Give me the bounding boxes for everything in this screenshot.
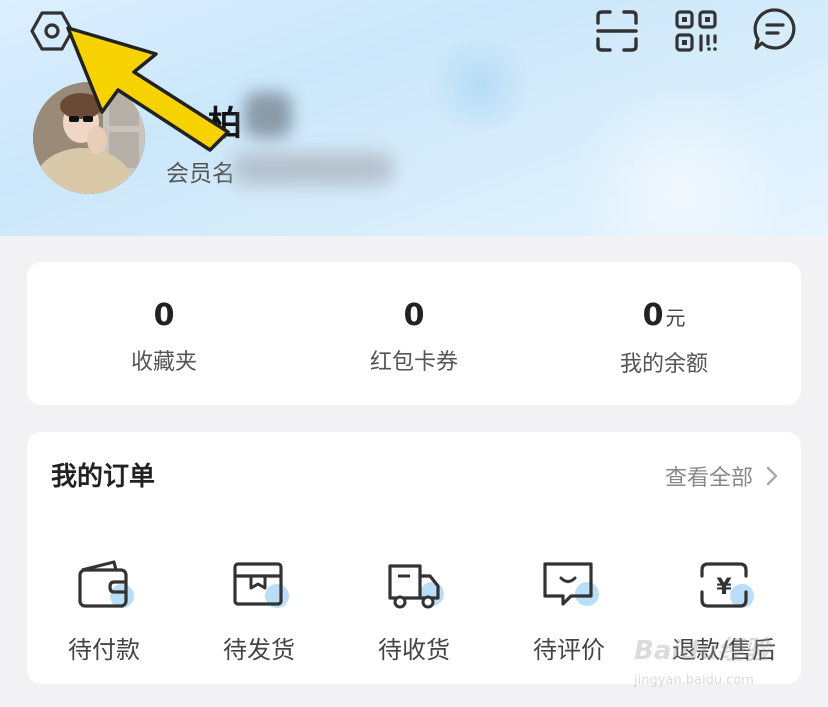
stats-card: 0 收藏夹 0 红包卡券 0元 我的余额 [27, 262, 801, 405]
stat-balance[interactable]: 0元 我的余额 [564, 294, 764, 378]
member-name-blur [232, 152, 394, 186]
view-all-orders-link[interactable]: 查看全部 [665, 460, 779, 492]
stat-unit: 元 [665, 306, 686, 330]
chevron-right-icon [766, 466, 778, 486]
order-label: 待收货 [378, 636, 450, 664]
stat-value: 0 [403, 298, 425, 333]
view-all-label: 查看全部 [664, 466, 753, 491]
orders-title: 我的订单 [51, 462, 156, 492]
member-name-label: 会员名 [166, 161, 235, 187]
truck-icon [384, 556, 444, 616]
order-label: 待付款 [68, 636, 140, 664]
order-pending-review[interactable]: 待评价 [499, 556, 639, 665]
order-pending-receipt[interactable]: 待收货 [344, 556, 484, 665]
watermark-url: jingyan.baidu.com [634, 673, 754, 688]
stat-favorites[interactable]: 0 收藏夹 [64, 294, 264, 376]
order-pending-shipment[interactable]: 待发货 [189, 556, 329, 665]
svg-text:¥: ¥ [716, 575, 732, 600]
order-label: 待评价 [533, 636, 605, 664]
package-icon [229, 556, 289, 616]
refund-icon: ¥ [694, 556, 754, 616]
header-decoration [420, 40, 540, 130]
watermark: Baidu经验 jingyan.baidu.com [634, 630, 824, 700]
stat-value: 0 [153, 298, 175, 333]
username-blur [244, 92, 292, 138]
stat-label: 红包卡券 [369, 350, 458, 375]
watermark-title: Baidu经验 [634, 636, 770, 666]
message-icon[interactable] [752, 6, 798, 52]
stat-coupons[interactable]: 0 红包卡券 [314, 294, 514, 376]
stat-label: 收藏夹 [130, 350, 197, 375]
order-pending-payment[interactable]: 待付款 [34, 556, 174, 665]
scan-icon[interactable] [594, 8, 640, 54]
wallet-icon [74, 556, 134, 616]
annotation-arrow-icon [60, 24, 240, 154]
comment-icon [539, 556, 599, 616]
stat-value: 0 [642, 298, 664, 333]
stat-label: 我的余额 [619, 352, 708, 377]
order-label: 待发货 [223, 636, 295, 664]
header-decoration [560, 90, 800, 236]
qr-code-icon[interactable] [673, 8, 719, 54]
profile-header: 柏 会员名 [0, 0, 828, 236]
